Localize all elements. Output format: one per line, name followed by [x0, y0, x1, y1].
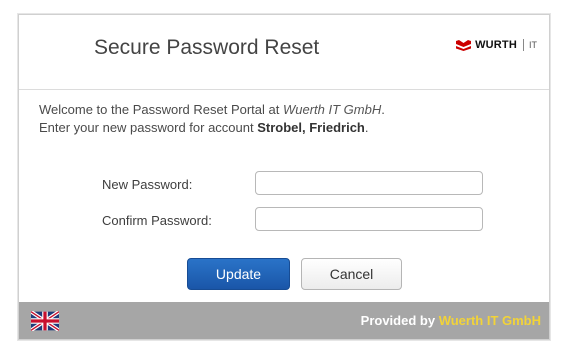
company-logo: WURTH IT — [456, 39, 537, 51]
logo-divider — [523, 39, 524, 51]
confirm-password-label: Confirm Password: — [102, 213, 212, 228]
intro-line-2-suffix: . — [364, 120, 369, 135]
update-button[interactable]: Update — [187, 258, 290, 290]
intro-line-1: Welcome to the Password Reset Portal at … — [39, 101, 385, 119]
intro-line-1-prefix: Welcome to the Password Reset Portal at — [39, 102, 283, 117]
dialog-footer: Provided by Wuerth IT GmbH — [19, 302, 549, 339]
logo-sub-text: IT — [529, 40, 537, 50]
password-reset-dialog: Secure Password Reset WURTH IT Welcome t… — [18, 14, 550, 340]
wuerth-logo-icon — [456, 39, 472, 51]
confirm-password-input[interactable] — [255, 207, 483, 231]
dialog-header: Secure Password Reset WURTH IT — [19, 15, 549, 90]
uk-flag-icon[interactable] — [31, 311, 59, 331]
new-password-label: New Password: — [102, 177, 193, 192]
intro-line-1-suffix: . — [381, 102, 385, 117]
logo-brand-text: WURTH — [475, 39, 517, 51]
intro-line-2-prefix: Enter your new password for account — [39, 120, 258, 135]
cancel-button[interactable]: Cancel — [301, 258, 402, 290]
page-title: Secure Password Reset — [94, 36, 320, 59]
new-password-input[interactable] — [255, 171, 483, 195]
footer-credit: Provided by Wuerth IT GmbH — [361, 313, 541, 328]
intro-line-2: Enter your new password for account Stro… — [39, 119, 385, 137]
footer-provided-by: Provided by — [360, 313, 439, 328]
intro-account-name: Strobel, Friedrich — [257, 120, 365, 135]
intro-company: Wuerth IT GmbH — [282, 102, 382, 117]
footer-company-name: Wuerth IT GmbH — [438, 313, 541, 328]
intro-text: Welcome to the Password Reset Portal at … — [39, 101, 385, 137]
